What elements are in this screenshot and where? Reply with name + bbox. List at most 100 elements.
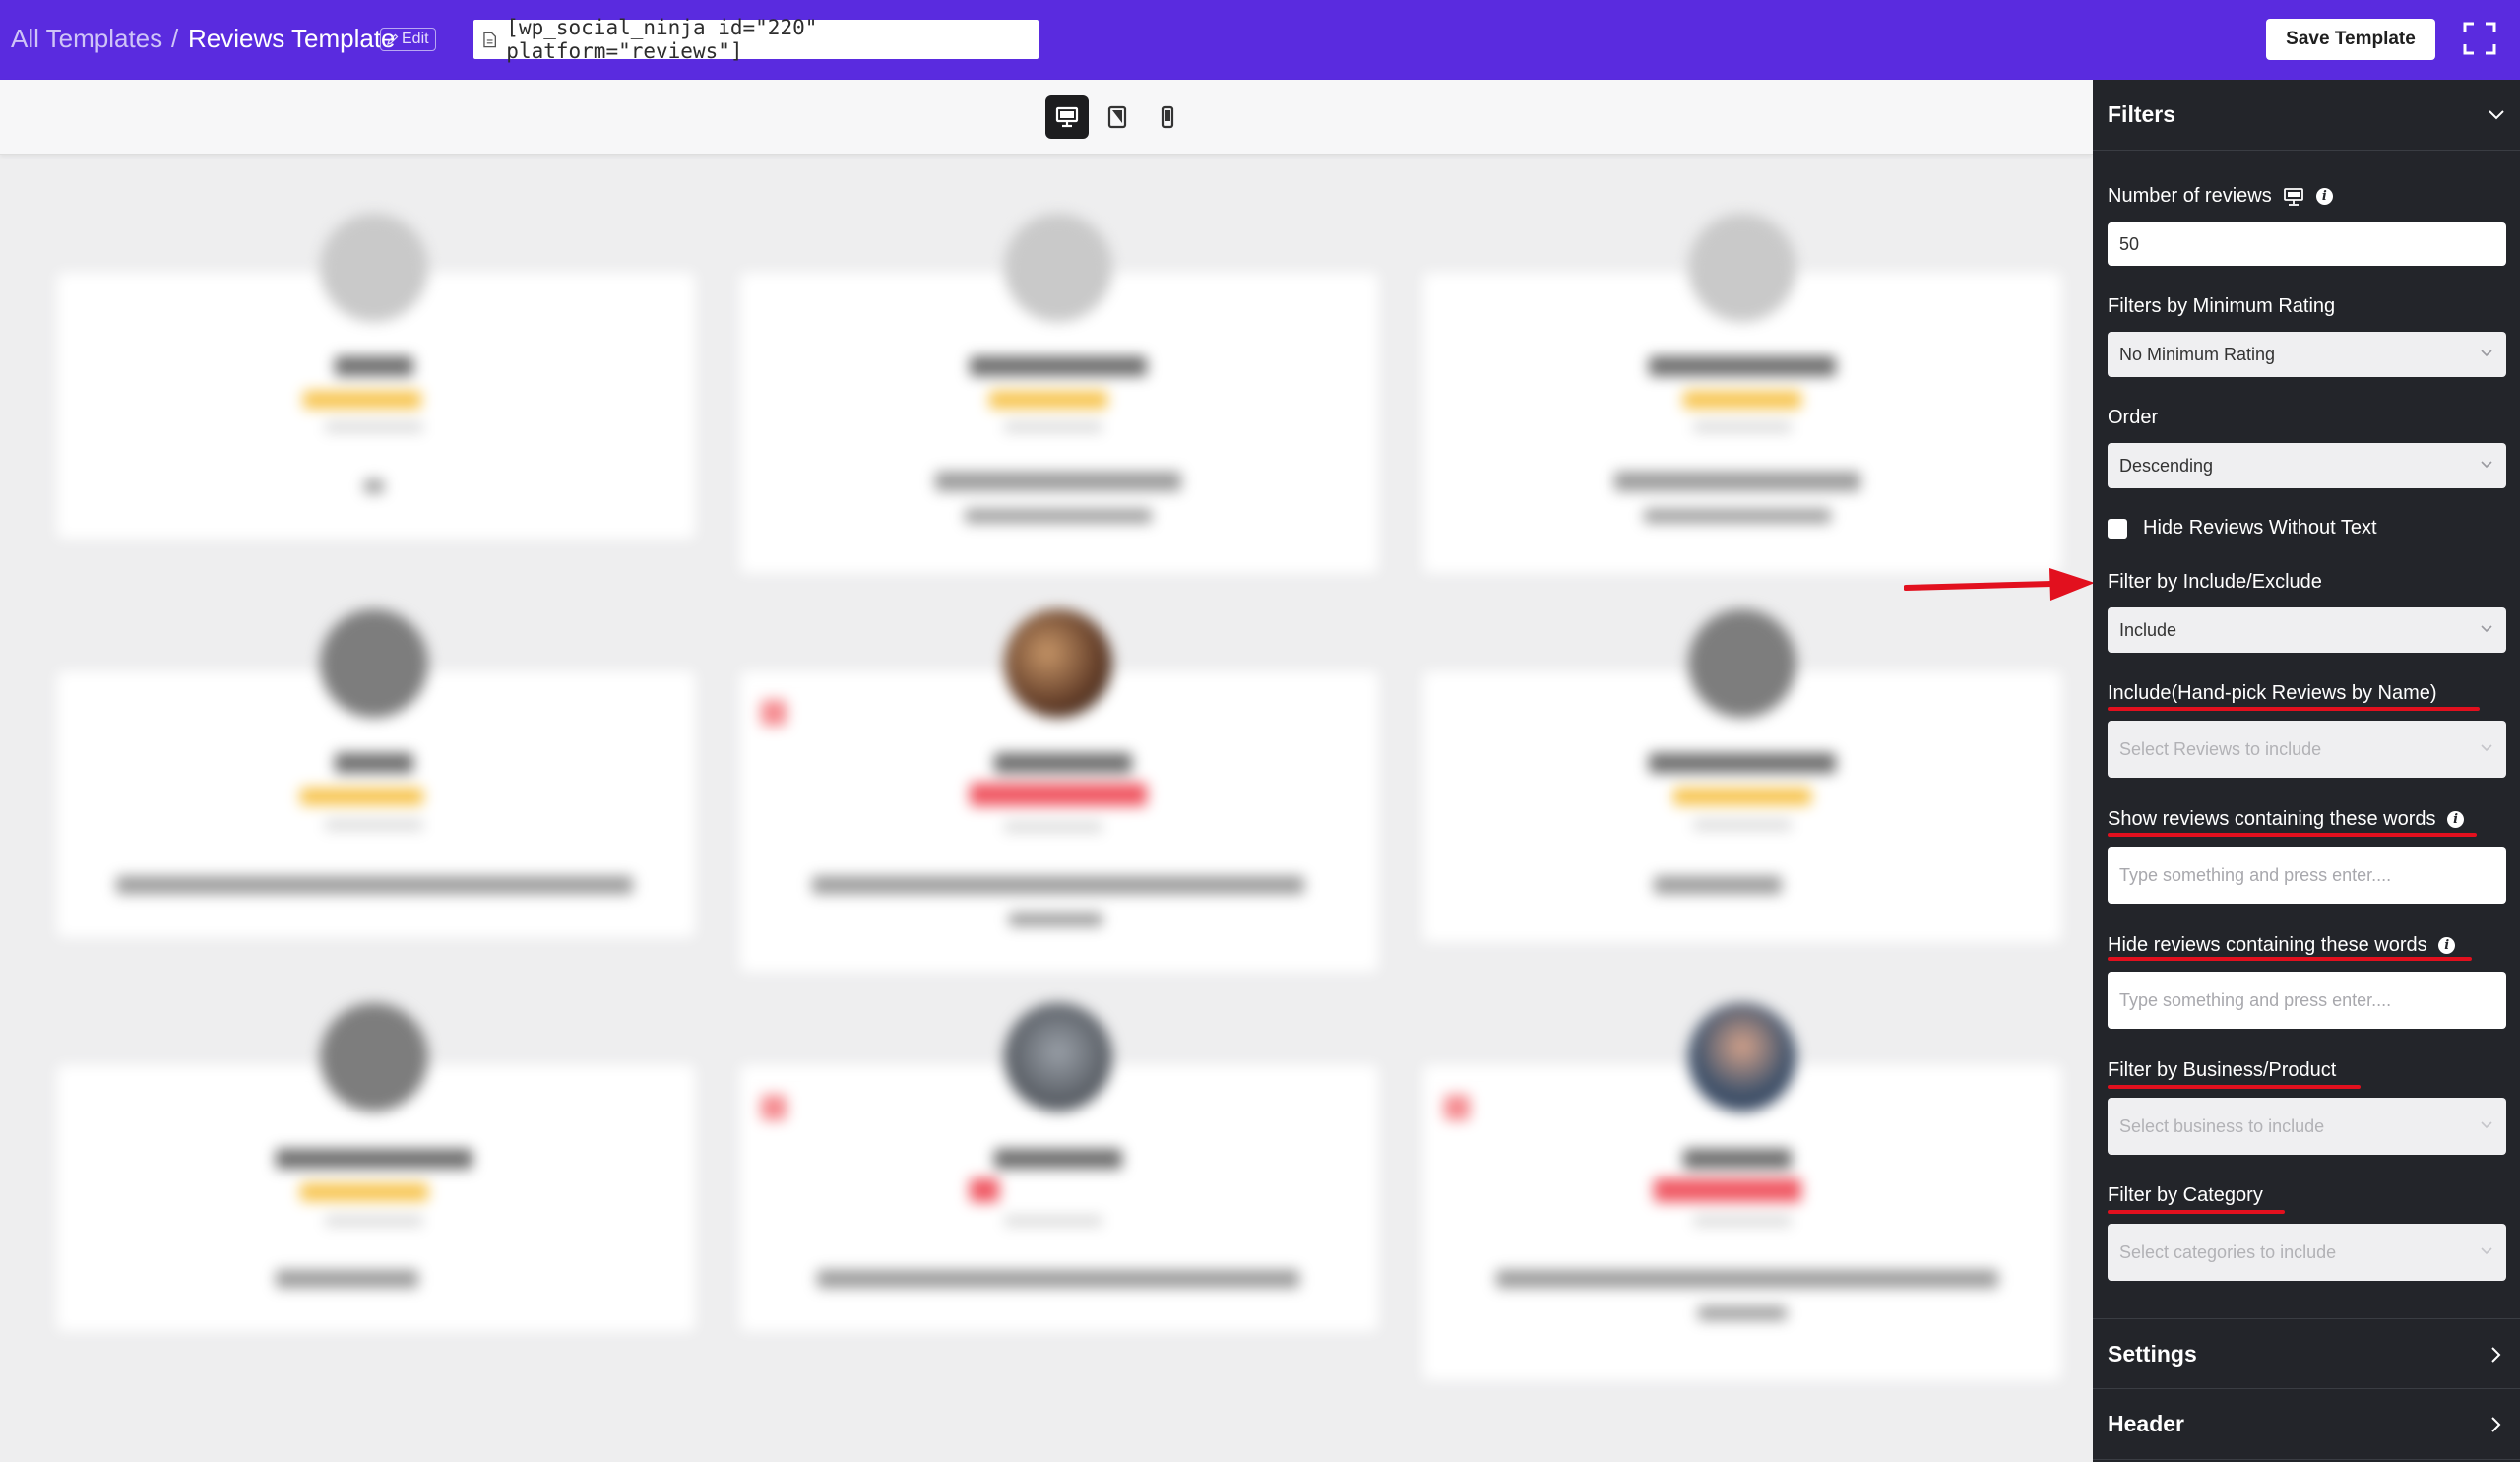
chevron-down-icon xyxy=(2481,1121,2492,1129)
category-placeholder: Select categories to include xyxy=(2119,1241,2337,1262)
reviewer-avatar xyxy=(320,1003,428,1112)
review-text xyxy=(116,876,633,894)
reviewer-name xyxy=(335,356,413,376)
rating-stars xyxy=(1673,788,1811,805)
edit-title-button[interactable]: Edit xyxy=(380,28,436,51)
annotation-underline xyxy=(2108,1210,2285,1214)
review-date xyxy=(1004,1216,1102,1226)
review-text xyxy=(364,479,384,493)
handpick-reviews-placeholder: Select Reviews to include xyxy=(2119,738,2322,759)
settings-sidebar: Filters Number of reviews i 50 Filters b… xyxy=(2093,80,2520,1462)
shortcode-box[interactable]: [wp_social_ninja id="220" platform="revi… xyxy=(473,16,1039,63)
fullscreen-icon[interactable] xyxy=(2463,22,2496,55)
rating-stars xyxy=(300,1183,428,1201)
chevron-down-icon xyxy=(2481,350,2492,357)
include-exclude-select[interactable]: Include xyxy=(2108,607,2506,653)
review-text xyxy=(1614,472,1860,491)
settings-title: Settings xyxy=(2108,1340,2197,1367)
reviewer-name xyxy=(1649,356,1836,376)
pencil-icon xyxy=(387,33,399,45)
platform-badge xyxy=(1444,1095,1470,1120)
reviewer-avatar xyxy=(320,609,428,718)
rating-stars xyxy=(303,391,421,409)
edit-label: Edit xyxy=(402,31,429,47)
min-rating-select[interactable]: No Minimum Rating xyxy=(2108,332,2506,377)
min-rating-label: Filters by Minimum Rating xyxy=(2108,295,2336,317)
mobile-view-button[interactable] xyxy=(1146,95,1189,139)
review-text xyxy=(1654,876,1782,894)
review-text xyxy=(965,509,1152,523)
review-text xyxy=(1698,1306,1787,1320)
mobile-icon xyxy=(1161,105,1174,129)
save-template-button[interactable]: Save Template xyxy=(2266,19,2435,60)
filters-title: Filters xyxy=(2108,101,2176,127)
review-text xyxy=(276,1270,418,1288)
reviewer-name xyxy=(1649,753,1836,773)
review-date xyxy=(1693,422,1792,432)
reviewer-avatar xyxy=(1688,1003,1796,1112)
reviewer-avatar xyxy=(1004,1003,1112,1112)
business-product-select[interactable]: Select business to include xyxy=(2108,1098,2506,1155)
handpick-reviews-select[interactable]: Select Reviews to include xyxy=(2108,721,2506,778)
annotation-underline xyxy=(2108,1085,2361,1089)
reviewer-avatar xyxy=(1004,214,1112,322)
review-date xyxy=(1693,820,1792,830)
chevron-right-icon xyxy=(2491,1347,2501,1363)
info-icon[interactable]: i xyxy=(2438,937,2456,955)
desktop-view-button[interactable] xyxy=(1045,95,1089,139)
min-rating-value: No Minimum Rating xyxy=(2119,344,2276,364)
hide-without-text-label: Hide Reviews Without Text xyxy=(2143,517,2377,539)
show-words-label: Show reviews containing these words i xyxy=(2108,808,2465,831)
device-toolbar xyxy=(0,80,2093,155)
info-icon[interactable]: i xyxy=(2315,188,2333,206)
shortcode-text: [wp_social_ninja id="220" platform="revi… xyxy=(506,16,818,63)
document-icon xyxy=(483,32,497,47)
order-label: Order xyxy=(2108,407,2159,428)
order-select[interactable]: Descending xyxy=(2108,443,2506,488)
handpick-reviews-label: Include(Hand-pick Reviews by Name) xyxy=(2108,682,2437,704)
info-icon[interactable]: i xyxy=(2447,811,2465,829)
rating-stars xyxy=(970,1178,999,1202)
header-title: Header xyxy=(2108,1411,2184,1436)
blurred-review-grid xyxy=(0,155,2093,1462)
category-label: Filter by Category xyxy=(2108,1184,2263,1206)
include-exclude-label: Filter by Include/Exclude xyxy=(2108,571,2322,593)
reviewer-avatar xyxy=(320,214,428,322)
hide-words-label: Hide reviews containing these words i xyxy=(2108,934,2456,957)
breadcrumb-current-template: Reviews Template xyxy=(188,24,396,53)
hide-words-text: Hide reviews containing these words xyxy=(2108,934,2427,956)
rating-stars xyxy=(989,391,1107,409)
reviewer-name xyxy=(970,356,1147,376)
tablet-icon xyxy=(1107,105,1127,129)
show-words-input[interactable]: Type something and press enter.... xyxy=(2108,847,2506,904)
header-panel-header[interactable]: Header xyxy=(2093,1389,2520,1460)
reviewer-name xyxy=(994,753,1132,773)
review-date xyxy=(1004,422,1102,432)
number-of-reviews-text: Number of reviews xyxy=(2108,185,2272,207)
review-text xyxy=(1009,913,1102,926)
filters-panel-header[interactable]: Filters xyxy=(2093,80,2520,151)
desktop-icon xyxy=(1055,106,1079,128)
top-bar: All Templates / Reviews Template Edit [w… xyxy=(0,0,2520,80)
review-date xyxy=(1693,1216,1792,1226)
hide-words-input[interactable]: Type something and press enter.... xyxy=(2108,972,2506,1029)
reviewer-name xyxy=(994,1149,1122,1169)
include-exclude-value: Include xyxy=(2119,619,2177,640)
tablet-view-button[interactable] xyxy=(1096,95,1139,139)
annotation-arrow-icon xyxy=(1904,568,2095,601)
rating-stars xyxy=(970,783,1147,806)
annotation-underline xyxy=(2108,957,2472,961)
review-text xyxy=(817,1270,1299,1288)
hide-without-text-checkbox[interactable] xyxy=(2108,519,2127,539)
breadcrumb-all-templates[interactable]: All Templates xyxy=(11,24,162,54)
review-date xyxy=(325,422,423,432)
number-of-reviews-input[interactable]: 50 xyxy=(2108,222,2506,266)
chevron-down-icon xyxy=(2481,1247,2492,1255)
settings-panel-header[interactable]: Settings xyxy=(2093,1318,2520,1389)
category-select[interactable]: Select categories to include xyxy=(2108,1224,2506,1281)
reviewer-avatar xyxy=(1688,214,1796,322)
number-of-reviews-label: Number of reviews i xyxy=(2108,185,2333,208)
rating-stars xyxy=(1654,1178,1801,1202)
reviewer-avatar xyxy=(1004,609,1112,718)
review-text xyxy=(812,876,1304,894)
